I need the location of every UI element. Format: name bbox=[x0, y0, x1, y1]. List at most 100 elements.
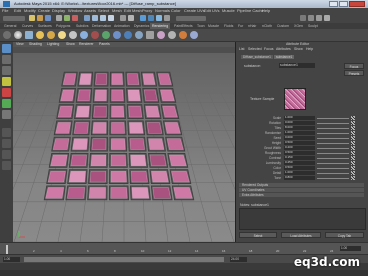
menu-assets[interactable]: Assets bbox=[84, 8, 96, 13]
current-time-indicator[interactable] bbox=[6, 245, 8, 254]
notes-field[interactable] bbox=[239, 208, 366, 230]
ae-menu-help[interactable]: Help bbox=[306, 47, 313, 51]
light-icon[interactable] bbox=[36, 31, 44, 39]
map-button-icon[interactable] bbox=[351, 161, 355, 165]
load-attributes-button[interactable]: Load Attributes bbox=[281, 232, 321, 238]
attribute-value-field[interactable]: 0.800 bbox=[284, 175, 315, 180]
viewport-menu-show[interactable]: Show bbox=[66, 42, 75, 46]
rotate-tool-icon[interactable] bbox=[2, 88, 11, 97]
area-light-icon[interactable] bbox=[69, 31, 77, 39]
map-button-icon[interactable] bbox=[351, 166, 355, 170]
ipr-icon[interactable] bbox=[135, 31, 143, 39]
layout-side-icon[interactable] bbox=[2, 150, 11, 159]
viewport-menu-lighting[interactable]: Lighting bbox=[47, 42, 59, 46]
menu-edit-uvs[interactable]: Edit UVs bbox=[204, 8, 220, 13]
shelf-menu-icon[interactable] bbox=[3, 31, 11, 39]
viewport-persp[interactable]: View Shading Lighting Show Renderer Pane… bbox=[13, 42, 235, 242]
attribute-value-field[interactable]: 0.000 bbox=[284, 135, 315, 140]
current-time-field[interactable]: 1.00 bbox=[340, 246, 361, 251]
layout-outliner-icon[interactable] bbox=[2, 161, 11, 170]
open-scene-icon[interactable] bbox=[37, 15, 43, 21]
section-rendered-outputs[interactable]: Rendered Outputs bbox=[239, 183, 364, 187]
select-tool-icon[interactable] bbox=[2, 44, 11, 53]
section-extra-attributes[interactable]: Extra Attributes bbox=[239, 193, 364, 197]
ae-menu-selected[interactable]: Selected bbox=[248, 47, 262, 51]
range-bar[interactable] bbox=[24, 257, 224, 262]
attribute-value-field[interactable]: 1.000 bbox=[284, 115, 315, 120]
attribute-slider[interactable] bbox=[317, 127, 349, 129]
lasso-tool-icon[interactable] bbox=[2, 55, 11, 64]
shader-ball-icon[interactable] bbox=[168, 31, 176, 39]
quick-select-field[interactable] bbox=[176, 16, 206, 21]
render-settings-shelf-icon[interactable] bbox=[146, 31, 154, 39]
maximize-button[interactable] bbox=[339, 1, 348, 7]
sphere-icon[interactable] bbox=[14, 31, 22, 39]
ae-menu-show[interactable]: Show bbox=[294, 47, 303, 51]
menu-file[interactable]: File bbox=[2, 8, 8, 13]
menu-create-uvs[interactable]: Create UVs bbox=[184, 8, 205, 13]
attribute-value-field[interactable]: 0.000 bbox=[284, 120, 315, 125]
menu-muscle[interactable]: Muscle bbox=[222, 8, 235, 13]
menu-pipeline-cache[interactable]: Pipeline Cache bbox=[237, 8, 264, 13]
map-button-icon[interactable] bbox=[351, 146, 355, 150]
hypershade-icon[interactable] bbox=[80, 31, 88, 39]
end-time-field[interactable]: 24.00 bbox=[230, 257, 247, 262]
history-icon[interactable] bbox=[120, 15, 126, 21]
select-object-icon[interactable] bbox=[64, 15, 70, 21]
tab-diffuse-substance[interactable]: Diffuse_substance1 bbox=[241, 55, 273, 59]
attribute-slider[interactable] bbox=[317, 167, 349, 169]
attribute-slider[interactable] bbox=[317, 122, 349, 124]
attribute-value-field[interactable]: 0.500 bbox=[284, 165, 315, 170]
snap-point-icon[interactable] bbox=[100, 15, 106, 21]
material-icon[interactable] bbox=[91, 31, 99, 39]
render-icon[interactable] bbox=[124, 31, 132, 39]
map-button-icon[interactable] bbox=[351, 116, 355, 120]
select-component-icon[interactable] bbox=[72, 15, 78, 21]
layout-four-icon[interactable] bbox=[2, 139, 11, 148]
attribute-value-field[interactable]: 8.000 bbox=[284, 125, 315, 130]
construction-history-icon[interactable] bbox=[128, 15, 134, 21]
render-settings-icon[interactable] bbox=[164, 15, 170, 21]
layout-single-icon[interactable] bbox=[2, 128, 11, 137]
render-view-icon[interactable] bbox=[140, 15, 146, 21]
camera-icon[interactable] bbox=[25, 31, 33, 39]
attribute-value-field[interactable]: 0.500 bbox=[284, 150, 315, 155]
viewport-menu-renderer[interactable]: Renderer bbox=[79, 42, 94, 46]
attribute-slider[interactable] bbox=[317, 172, 349, 174]
menu-create[interactable]: Create bbox=[38, 8, 50, 13]
ae-menu-focus[interactable]: Focus bbox=[264, 47, 274, 51]
substance-icon[interactable] bbox=[157, 31, 165, 39]
menu-edit[interactable]: Edit bbox=[14, 8, 21, 13]
attribute-slider[interactable] bbox=[317, 152, 349, 154]
attribute-slider[interactable] bbox=[317, 137, 349, 139]
snap-curve-icon[interactable] bbox=[92, 15, 98, 21]
map-button-icon[interactable] bbox=[351, 121, 355, 125]
attribute-value-field[interactable]: 0.250 bbox=[284, 160, 315, 165]
point-light-icon[interactable] bbox=[58, 31, 66, 39]
render-current-icon[interactable] bbox=[148, 15, 154, 21]
ipr-render-icon[interactable] bbox=[156, 15, 162, 21]
section-uv-coordinates[interactable]: UV Coordinates bbox=[239, 188, 364, 192]
menu-proxy[interactable]: Proxy bbox=[142, 8, 152, 13]
texture-icon[interactable] bbox=[179, 31, 187, 39]
copy-tab-button[interactable]: Copy Tab bbox=[325, 232, 364, 238]
tool-settings-icon[interactable] bbox=[316, 15, 322, 21]
attribute-value-field[interactable]: 0.200 bbox=[284, 145, 315, 150]
menu-mesh[interactable]: Mesh bbox=[112, 8, 122, 13]
menu-set-dropdown[interactable] bbox=[3, 16, 25, 21]
paint-select-icon[interactable] bbox=[2, 66, 11, 75]
ae-menu-attributes[interactable]: Attributes bbox=[276, 47, 291, 51]
attribute-value-field[interactable]: 0.150 bbox=[284, 155, 315, 160]
attribute-slider[interactable] bbox=[317, 132, 349, 134]
menu-modify[interactable]: Modify bbox=[24, 8, 36, 13]
new-scene-icon[interactable] bbox=[29, 15, 35, 21]
minimize-button[interactable] bbox=[329, 1, 338, 7]
ae-menu-list[interactable]: List bbox=[239, 47, 244, 51]
menu-window[interactable]: Window bbox=[68, 8, 82, 13]
map-button-icon[interactable] bbox=[351, 156, 355, 160]
modeling-toolkit-icon[interactable] bbox=[300, 15, 306, 21]
render-view-shelf-icon[interactable] bbox=[113, 31, 121, 39]
manipulator-icon[interactable] bbox=[2, 110, 11, 119]
start-time-field[interactable]: 1.00 bbox=[3, 257, 20, 262]
viewport-menu-panels[interactable]: Panels bbox=[99, 42, 110, 46]
